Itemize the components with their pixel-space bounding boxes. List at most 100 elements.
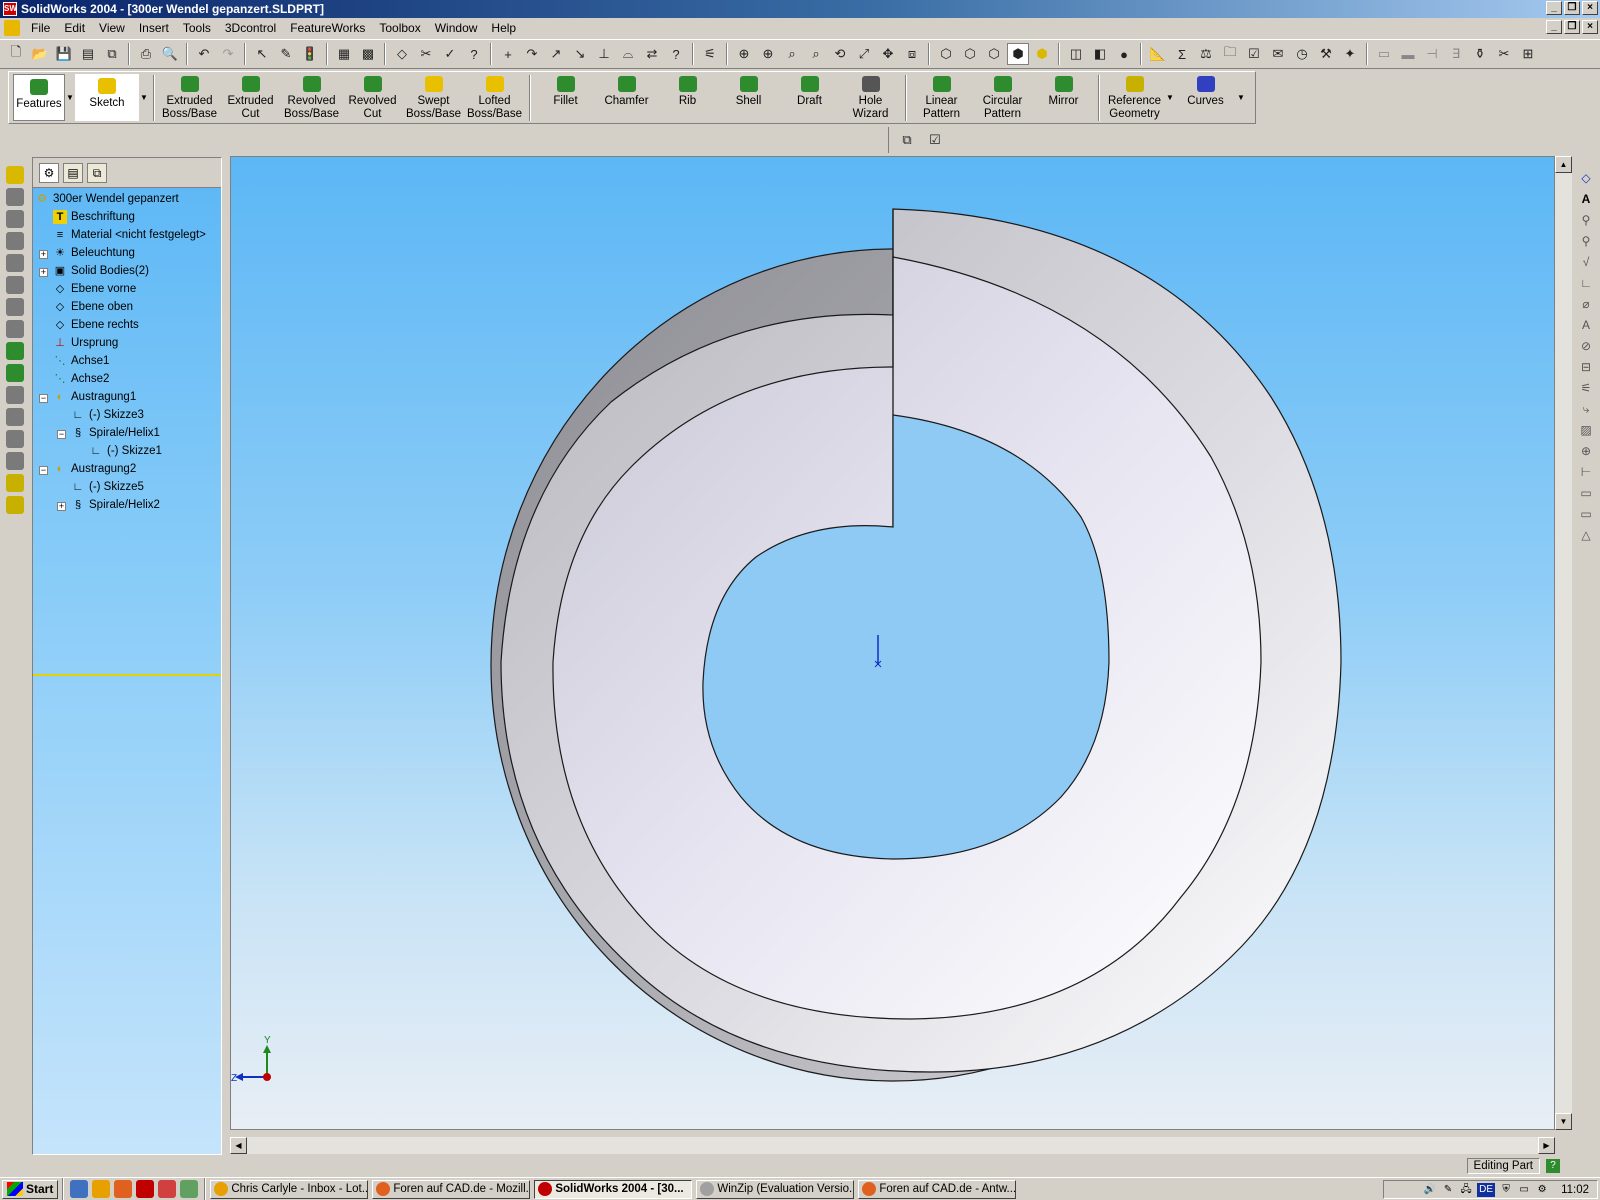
hole-callout-icon[interactable]: ⌀ <box>1578 296 1594 312</box>
doc-restore-button[interactable]: ❐ <box>1564 20 1580 34</box>
menu-edit[interactable]: Edit <box>57 21 92 35</box>
volume-icon[interactable]: 🔊 <box>1423 1183 1437 1197</box>
tree-item[interactable]: ⋱ Achse1 <box>53 352 110 370</box>
tree-item[interactable]: ≡ Material <nicht festgelegt> <box>53 226 206 244</box>
scroll-left-icon[interactable]: ◀ <box>230 1137 247 1154</box>
tree-expander[interactable]: − <box>39 394 48 403</box>
tree-item[interactable]: ⋱ Achse2 <box>53 370 110 388</box>
print-icon[interactable]: ⎙ <box>135 43 157 65</box>
zoom-to-fit-icon[interactable]: ⊕ <box>733 43 755 65</box>
tree-expander[interactable]: + <box>39 250 48 259</box>
axis-tool-icon[interactable] <box>6 496 24 514</box>
horizontal-scrollbar[interactable]: ◀ ▶ <box>230 1137 1555 1154</box>
center-mark-icon[interactable]: ⊕ <box>1578 443 1594 459</box>
hole-tool-icon[interactable] <box>6 386 24 404</box>
graphics-viewport[interactable]: Y Z <box>230 156 1555 1130</box>
checklist-icon[interactable]: ☑ <box>924 129 946 151</box>
centerline-icon[interactable]: ⊢ <box>1578 464 1594 480</box>
grid-icon[interactable]: ▩ <box>357 43 379 65</box>
tree-item[interactable]: § Spirale/Helix2 <box>71 496 160 514</box>
restore-button[interactable]: ❐ <box>1564 1 1580 15</box>
tree-item[interactable]: § Spirale/Helix1 <box>71 424 160 442</box>
ruler-icon[interactable]: 📐 <box>1147 43 1169 65</box>
feature-button-11[interactable]: Hole Wizard <box>840 72 901 123</box>
loft-tool-icon[interactable] <box>6 320 24 338</box>
tree-item[interactable]: ◇ Ebene oben <box>53 298 133 316</box>
feature-button-15[interactable]: Reference Geometry <box>1104 72 1165 123</box>
feature-button-7[interactable]: Chamfer <box>596 72 657 123</box>
extrude-tool-icon[interactable] <box>6 166 24 184</box>
make-drawing-icon[interactable]: ▤ <box>77 43 99 65</box>
menu-help[interactable]: Help <box>484 21 523 35</box>
tree-item[interactable]: ▣ Solid Bodies(2) <box>53 262 149 280</box>
scroll-up-icon[interactable]: ▲ <box>1555 156 1572 173</box>
surface-icon[interactable]: ⌓ <box>617 43 639 65</box>
tree-expander[interactable]: − <box>39 466 48 475</box>
help-status-icon[interactable]: ? <box>1546 1159 1560 1173</box>
weld-symbol-icon[interactable]: ∟ <box>1578 275 1594 291</box>
tree-item[interactable]: ∟ (-) Skizze5 <box>71 478 144 496</box>
feature-dropdown-arrow[interactable]: ▼ <box>1165 72 1175 123</box>
zoom-area-icon[interactable]: ⊕ <box>757 43 779 65</box>
sum-icon[interactable]: Σ <box>1171 43 1193 65</box>
language-indicator[interactable]: DE <box>1477 1182 1496 1197</box>
roll-view-icon[interactable]: ⤢ <box>853 43 875 65</box>
menu-insert[interactable]: Insert <box>132 21 176 35</box>
quicklaunch-toolbox-icon[interactable] <box>158 1180 177 1198</box>
features-tab-button[interactable]: Features <box>13 74 65 121</box>
toolbox-icon-2[interactable]: ▬ <box>1397 43 1419 65</box>
feature-button-3[interactable]: Revolved Cut <box>342 72 403 123</box>
tree-expander[interactable]: − <box>57 430 66 439</box>
tree-item[interactable]: ⊥ Ursprung <box>53 334 118 352</box>
toolbox-icon-3[interactable]: ⊣ <box>1421 43 1443 65</box>
folder-icon[interactable]: 🗀 <box>1219 43 1241 65</box>
check-icon[interactable]: ✓ <box>439 43 461 65</box>
feature-button-5[interactable]: Lofted Boss/Base <box>464 72 525 123</box>
undo-icon[interactable]: ↶ <box>193 43 215 65</box>
feature-button-4[interactable]: Swept Boss/Base <box>403 72 464 123</box>
fillet-tool-icon[interactable] <box>6 342 24 360</box>
feature-button-14[interactable]: Mirror <box>1033 72 1094 123</box>
wizard-icon[interactable]: ✦ <box>1339 43 1361 65</box>
anchor-icon[interactable]: ⊥ <box>593 43 615 65</box>
toolbox-icon-1[interactable]: ▭ <box>1373 43 1395 65</box>
tree-item[interactable]: ◐ Austragung2 <box>53 460 137 478</box>
revision-symbol-icon[interactable]: △ <box>1578 527 1594 543</box>
point-icon[interactable]: + <box>497 43 519 65</box>
sketch-pencil-icon[interactable]: ✎ <box>275 43 297 65</box>
shadows-icon[interactable]: ● <box>1113 43 1135 65</box>
geometric-tolerance-icon[interactable]: ⊟ <box>1578 359 1594 375</box>
sketch-tab-button[interactable]: Sketch <box>75 74 139 121</box>
sweep-tool-icon[interactable] <box>6 298 24 316</box>
feature-button-8[interactable]: Rib <box>657 72 718 123</box>
mirror-tool-icon[interactable] <box>6 430 24 448</box>
new-file-icon[interactable]: 🗋 <box>5 43 27 65</box>
feature-button-9[interactable]: Shell <box>718 72 779 123</box>
datum-target-icon[interactable]: ⊘ <box>1578 338 1594 354</box>
print-preview-icon[interactable]: 🔍 <box>159 43 181 65</box>
tree-item[interactable]: T Beschriftung <box>53 208 135 226</box>
sketch-dropdown-arrow[interactable]: ▼ <box>139 72 149 123</box>
revolve-tool-icon[interactable] <box>6 254 24 272</box>
cut-tool-icon[interactable] <box>6 232 24 250</box>
plane-tool-icon[interactable] <box>6 474 24 492</box>
feature-button-16[interactable]: Curves <box>1175 72 1236 123</box>
pen-tray-icon[interactable]: ✎ <box>1441 1183 1455 1197</box>
tree-item[interactable]: ◐ Austragung1 <box>53 388 137 406</box>
design-library-icon[interactable]: ✂ <box>415 43 437 65</box>
tree-item[interactable]: ☀ Beleuchtung <box>53 244 135 262</box>
smart-dimension-icon[interactable]: ◇ <box>391 43 413 65</box>
layout-icon[interactable]: ⧉ <box>896 129 918 151</box>
menu-tools[interactable]: Tools <box>176 21 218 35</box>
make-assembly-icon[interactable]: ⧉ <box>101 43 123 65</box>
autoballoon-icon[interactable]: ⚲ <box>1578 233 1594 249</box>
toolbox-icon-7[interactable]: ⊞ <box>1517 43 1539 65</box>
tree-item[interactable]: ◇ Ebene vorne <box>53 280 136 298</box>
features-dropdown-arrow[interactable]: ▼ <box>65 72 75 123</box>
shaded-icon[interactable]: ⬢ <box>1031 43 1053 65</box>
multi-jog-leader-icon[interactable]: ⤷ <box>1578 401 1594 417</box>
feature-button-0[interactable]: Extruded Boss/Base <box>159 72 220 123</box>
help-icon[interactable]: ? <box>463 43 485 65</box>
feature-button-2[interactable]: Revolved Boss/Base <box>281 72 342 123</box>
surface-finish-icon[interactable]: √ <box>1578 254 1594 270</box>
